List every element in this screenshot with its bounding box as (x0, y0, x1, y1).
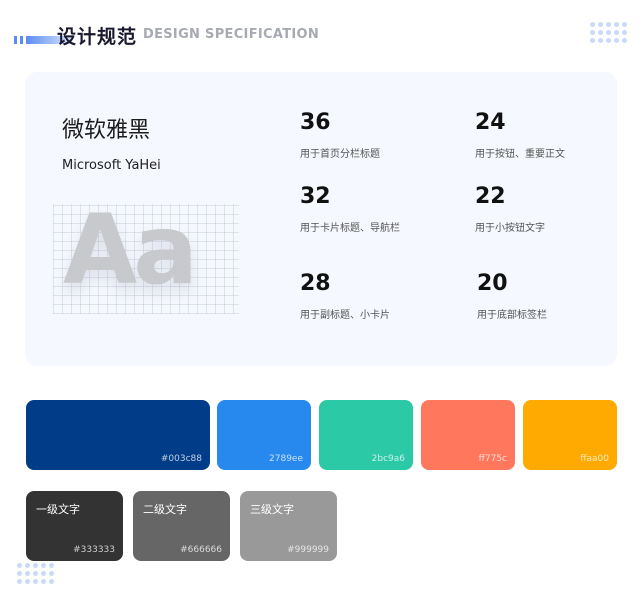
section-header: 设计规范 DESIGN SPECIFICATION (14, 22, 354, 48)
color-hex: #666666 (180, 545, 222, 555)
dot-grid-decoration (17, 563, 54, 584)
font-size-item: 32 用于卡片标题、导航栏 (300, 184, 400, 234)
section-title: 设计规范 (57, 26, 138, 48)
color-swatch: ffaa00 (523, 400, 617, 470)
color-swatch: 2bc9a6 (319, 400, 413, 470)
font-size-value: 36 (300, 110, 331, 135)
text-color-swatch: 三级文字 #999999 (240, 491, 337, 561)
font-size-value: 20 (477, 271, 508, 296)
font-size-usage: 用于副标题、小卡片 (300, 310, 390, 321)
header-accent-bar (20, 36, 23, 44)
color-hex: ff775c (478, 454, 507, 464)
font-sample: Aa (53, 194, 239, 314)
font-size-item: 28 用于副标题、小卡片 (300, 271, 390, 321)
font-size-usage: 用于按钮、重要正文 (475, 149, 565, 160)
font-size-item: 36 用于首页分栏标题 (300, 110, 380, 160)
font-name-english: Microsoft YaHei (62, 158, 161, 173)
color-swatch: ff775c (421, 400, 515, 470)
header-accent-bar (14, 36, 17, 44)
font-sample-text: Aa (63, 194, 198, 306)
font-size-usage: 用于底部标签栏 (477, 310, 547, 321)
text-color-label: 二级文字 (143, 503, 187, 516)
font-size-value: 24 (475, 110, 506, 135)
font-size-usage: 用于小按钮文字 (475, 223, 545, 234)
font-size-usage: 用于首页分栏标题 (300, 149, 380, 160)
text-color-label: 三级文字 (250, 503, 294, 516)
font-size-value: 28 (300, 271, 331, 296)
text-color-label: 一级文字 (36, 503, 80, 516)
color-hex: 2bc9a6 (371, 454, 405, 464)
color-hex: #333333 (73, 545, 115, 555)
section-subtitle: DESIGN SPECIFICATION (143, 27, 320, 42)
text-color-swatch: 一级文字 #333333 (26, 491, 123, 561)
font-size-item: 20 用于底部标签栏 (477, 271, 547, 321)
font-size-usage: 用于卡片标题、导航栏 (300, 223, 400, 234)
font-size-item: 24 用于按钮、重要正文 (475, 110, 565, 160)
dot-grid-decoration (590, 22, 627, 43)
color-hex: 2789ee (269, 454, 303, 464)
font-size-value: 32 (300, 184, 331, 209)
color-hex: #999999 (287, 545, 329, 555)
typography-panel: 微软雅黑 Microsoft YaHei Aa 36 用于首页分栏标题 24 用… (25, 72, 617, 366)
color-hex: ffaa00 (580, 454, 609, 464)
font-name-chinese: 微软雅黑 (62, 118, 151, 143)
color-hex: #003c88 (160, 454, 202, 464)
font-size-value: 22 (475, 184, 506, 209)
text-color-swatch: 二级文字 #666666 (133, 491, 230, 561)
color-swatch: #003c88 (26, 400, 210, 470)
font-size-item: 22 用于小按钮文字 (475, 184, 545, 234)
color-swatch: 2789ee (217, 400, 311, 470)
